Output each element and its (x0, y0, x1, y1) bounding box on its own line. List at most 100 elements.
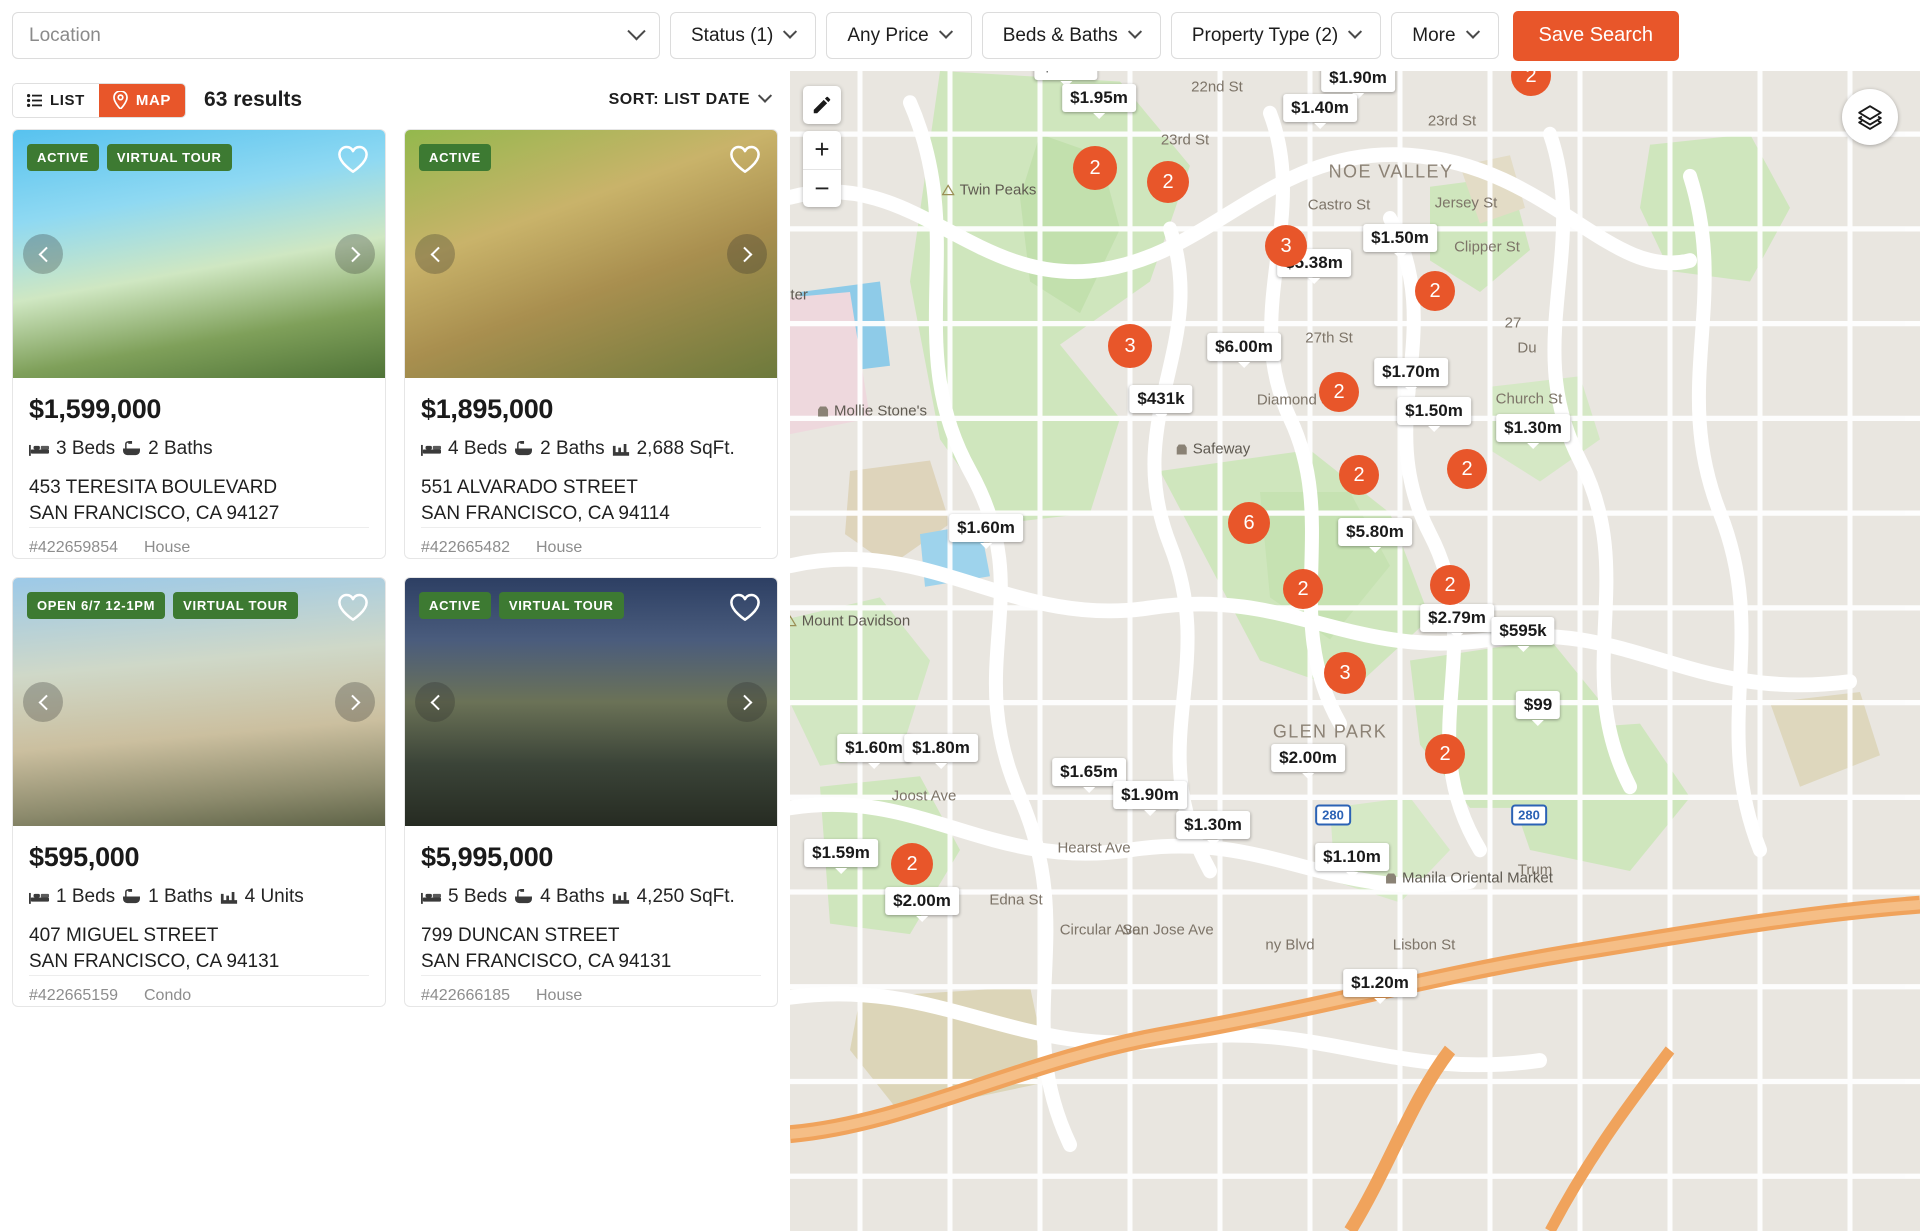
map-price-pin[interactable]: $1.70m (1374, 358, 1448, 393)
listing-address: 551 ALVARADO STREET SAN FRANCISCO, CA 94… (421, 475, 761, 527)
map-price-pin[interactable]: $1.60m (949, 514, 1023, 549)
list-view-button[interactable]: LIST (13, 83, 99, 117)
map-price-pin[interactable]: $431k (1129, 385, 1193, 420)
map-cluster-marker[interactable]: 3 (1265, 225, 1307, 267)
map-price-pin[interactable]: $1.30m (1496, 414, 1570, 449)
listing-card[interactable]: ACTIVE $1,895,000 4 Beds 2 Baths 2,688 S… (404, 129, 778, 559)
filter-property-type-button[interactable]: Property Type (2) (1170, 12, 1382, 59)
favorite-button[interactable] (729, 592, 761, 624)
map-cluster-marker[interactable]: 6 (1228, 502, 1270, 544)
map-price-pin[interactable]: $1.95m (1062, 84, 1136, 119)
chevron-down-icon (938, 24, 953, 39)
area-icon (612, 892, 629, 904)
size-spec: 2,688 SqFt. (612, 438, 735, 460)
map-panel[interactable]: + − NOE VALLEY GLEN PARK 22nd St 23rd St 23r… (790, 71, 1920, 1231)
map-price-pin[interactable]: $2.79m (1420, 604, 1494, 639)
map-price-pin[interactable]: $2.00m (1271, 744, 1345, 779)
size-spec: 4,250 SqFt. (612, 886, 735, 908)
sort-button[interactable]: SORT: LIST DATE (609, 88, 778, 109)
map-street-label: Hearst Ave (1057, 839, 1131, 857)
map-price-pin[interactable]: $1.90m (1113, 781, 1187, 816)
favorite-button[interactable] (729, 144, 761, 176)
map-price-pin[interactable]: $1.50m (1363, 224, 1437, 259)
map-price-pin[interactable]: $99 (1515, 691, 1561, 726)
beds-value: 3 Beds (56, 438, 116, 459)
favorite-button[interactable] (337, 592, 369, 624)
listing-badge: ACTIVE (419, 592, 491, 619)
listing-meta: #422665482 House (421, 527, 761, 558)
photo-prev-button[interactable] (23, 234, 63, 274)
location-input[interactable] (29, 24, 630, 47)
listing-card[interactable]: OPEN 6/7 12-1PM VIRTUAL TOUR $595,000 1 B… (12, 577, 386, 1007)
map-view-button[interactable]: MAP (98, 83, 186, 117)
address-line-2: SAN FRANCISCO, CA 94127 (29, 503, 280, 525)
map-price-pin[interactable]: $5.80m (1338, 518, 1412, 553)
bath-icon (515, 441, 533, 456)
size-spec: 4 Units (220, 886, 304, 908)
save-search-button[interactable]: Save Search (1512, 10, 1680, 61)
filter-status-button[interactable]: Status (1) (670, 12, 817, 59)
map-price-pin[interactable]: $1.40m (1283, 94, 1357, 129)
view-toggle: LIST MAP (12, 82, 187, 118)
map-cluster-marker[interactable]: 2 (1339, 455, 1379, 495)
size-value: 2,688 SqFt. (636, 438, 735, 459)
map-poi-label: Safeway (1192, 440, 1251, 458)
photo-prev-button[interactable] (23, 682, 63, 722)
photo-next-button[interactable] (727, 234, 767, 274)
location-field[interactable] (12, 12, 660, 59)
map-price-pin[interactable]: $1.80m (904, 734, 978, 769)
map-poi: Twin Peaks (941, 182, 1036, 199)
photo-next-button[interactable] (335, 234, 375, 274)
baths-spec: 4 Baths (514, 886, 605, 908)
filter-price-button[interactable]: Any Price (826, 12, 972, 59)
listing-photo[interactable]: ACTIVE VIRTUAL TOUR (405, 578, 777, 826)
listing-card[interactable]: ACTIVE VIRTUAL TOUR $5,995,000 5 Beds 4 B… (404, 577, 778, 1007)
photo-next-button[interactable] (727, 682, 767, 722)
listing-photo[interactable]: OPEN 6/7 12-1PM VIRTUAL TOUR (13, 578, 385, 826)
listing-meta: #422666185 House (421, 975, 761, 1006)
map-street-label: 27 (1504, 314, 1522, 332)
photo-prev-button[interactable] (415, 682, 455, 722)
map-price-pin[interactable]: $1.50m (1397, 397, 1471, 432)
filter-beds-baths-button[interactable]: Beds & Baths (981, 12, 1161, 59)
favorite-button[interactable] (337, 144, 369, 176)
area-icon (220, 892, 237, 904)
map-price-pin[interactable]: $1.10m (1315, 843, 1389, 878)
listing-badge: VIRTUAL TOUR (106, 144, 232, 171)
filter-more-button[interactable]: More (1391, 12, 1499, 59)
map-cluster-marker[interactable]: 2 (1073, 146, 1117, 190)
photo-next-button[interactable] (335, 682, 375, 722)
listing-photo[interactable]: ACTIVE VIRTUAL TOUR (13, 130, 385, 378)
map-price-pin[interactable]: $1.60m (837, 734, 911, 769)
map-price-pin[interactable]: $1.90m (1321, 71, 1395, 99)
map-cluster-marker[interactable]: 2 (1415, 271, 1455, 311)
map-price-pin[interactable]: $6.00m (1207, 333, 1281, 368)
map-price-pin[interactable]: $1.59m (804, 839, 878, 874)
map-price-pin[interactable]: $2.00m (885, 887, 959, 922)
map-price-pin[interactable]: $595k (1491, 617, 1555, 652)
map-cluster-marker[interactable]: 2 (1430, 565, 1470, 605)
listing-photo[interactable]: ACTIVE (405, 130, 777, 378)
map-cluster-marker[interactable]: 2 (891, 843, 933, 885)
beds-value: 4 Beds (448, 438, 508, 459)
map-price-pin[interactable]: $973k (1034, 71, 1098, 87)
map-cluster-marker[interactable]: 2 (1147, 161, 1189, 203)
listing-info: $5,995,000 5 Beds 4 Baths 4,250 SqFt. 79… (405, 826, 777, 1006)
map-cluster-marker[interactable]: 3 (1108, 324, 1152, 368)
listing-price: $595,000 (29, 842, 140, 872)
map-cluster-marker[interactable]: 3 (1324, 652, 1366, 694)
photo-prev-button[interactable] (415, 234, 455, 274)
baths-spec: 1 Baths (122, 886, 213, 908)
map-cluster-marker[interactable]: 2 (1319, 372, 1359, 412)
map-cluster-marker[interactable]: 2 (1447, 449, 1487, 489)
map-cluster-marker[interactable]: 2 (1283, 569, 1323, 609)
map-price-pin[interactable]: $1.30m (1176, 811, 1250, 846)
results-pane: LIST MAP 63 results SORT: LIST DATE ACTI… (0, 71, 790, 1231)
map-cluster-marker[interactable]: 2 (1425, 734, 1465, 774)
listing-card[interactable]: ACTIVE VIRTUAL TOUR $1,599,000 3 Beds 2 B… (12, 129, 386, 559)
listing-mls: #422665482 (421, 539, 510, 557)
bed-icon (421, 444, 441, 456)
map-cluster-marker[interactable]: 2 (1511, 71, 1551, 96)
map-poi-label: Mollie Stone's (834, 402, 927, 420)
map-price-pin[interactable]: $1.20m (1343, 969, 1417, 1004)
